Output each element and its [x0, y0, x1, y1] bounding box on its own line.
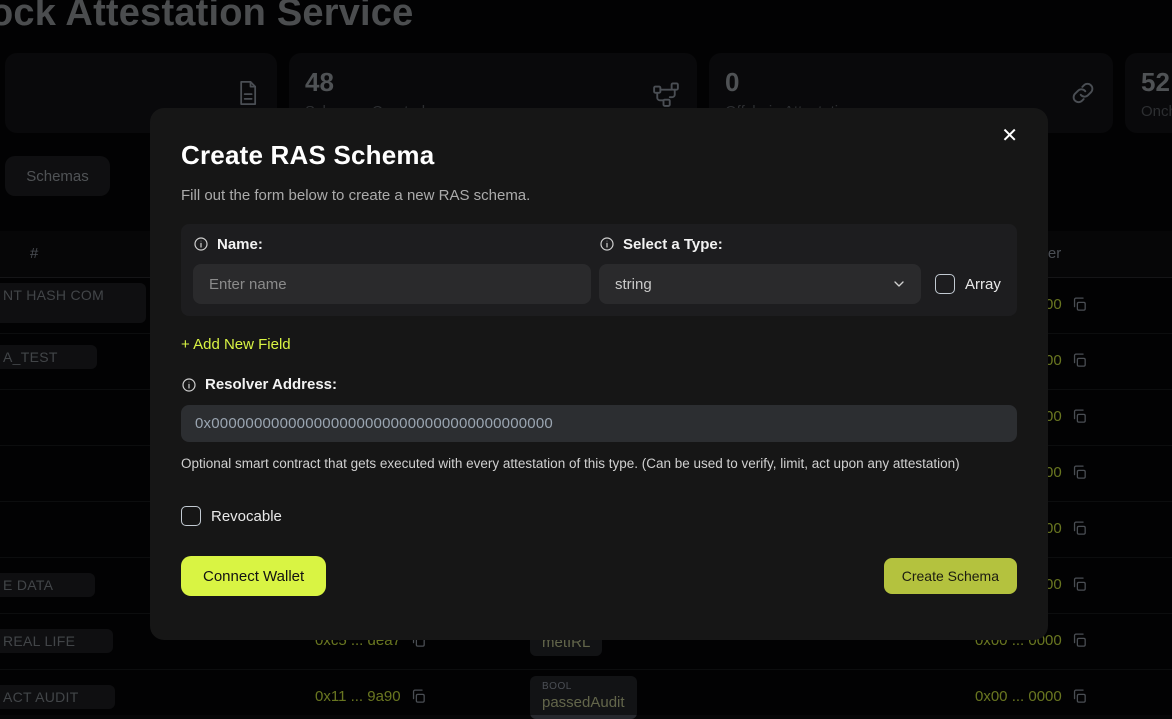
- resolver-label-row: Resolver Address:: [181, 376, 1017, 393]
- info-icon: [193, 236, 209, 252]
- revocable-checkbox[interactable]: [181, 506, 201, 526]
- revocable-row: Revocable: [181, 506, 1017, 526]
- type-label: Select a Type:: [623, 236, 723, 253]
- close-icon[interactable]: ✕: [997, 122, 1022, 150]
- add-new-field-link[interactable]: + Add New Field: [181, 336, 291, 353]
- resolver-address-input[interactable]: [181, 405, 1017, 442]
- type-select-value: string: [615, 276, 652, 293]
- modal-actions: Connect Wallet Create Schema: [181, 556, 1017, 596]
- type-label-row: Select a Type:: [599, 236, 1005, 252]
- name-input[interactable]: [193, 264, 591, 304]
- array-label: Array: [965, 276, 1001, 293]
- field-row-panel: Name: Select a Type: string: [181, 224, 1017, 316]
- info-icon: [181, 377, 197, 393]
- name-label: Name:: [217, 236, 263, 253]
- connect-wallet-button[interactable]: Connect Wallet: [181, 556, 326, 596]
- info-icon: [599, 236, 615, 252]
- create-schema-button[interactable]: Create Schema: [884, 558, 1017, 594]
- name-label-row: Name:: [193, 236, 591, 252]
- modal-subtitle: Fill out the form below to create a new …: [181, 187, 1017, 204]
- resolver-helper-text: Optional smart contract that gets execut…: [181, 454, 991, 474]
- create-schema-modal: ✕ Create RAS Schema Fill out the form be…: [150, 108, 1048, 640]
- array-checkbox[interactable]: [935, 274, 955, 294]
- chevron-down-icon: [891, 276, 907, 292]
- modal-title: Create RAS Schema: [181, 140, 1017, 171]
- type-select[interactable]: string: [599, 264, 921, 304]
- resolver-address-label: Resolver Address:: [205, 376, 337, 393]
- revocable-label: Revocable: [211, 508, 282, 525]
